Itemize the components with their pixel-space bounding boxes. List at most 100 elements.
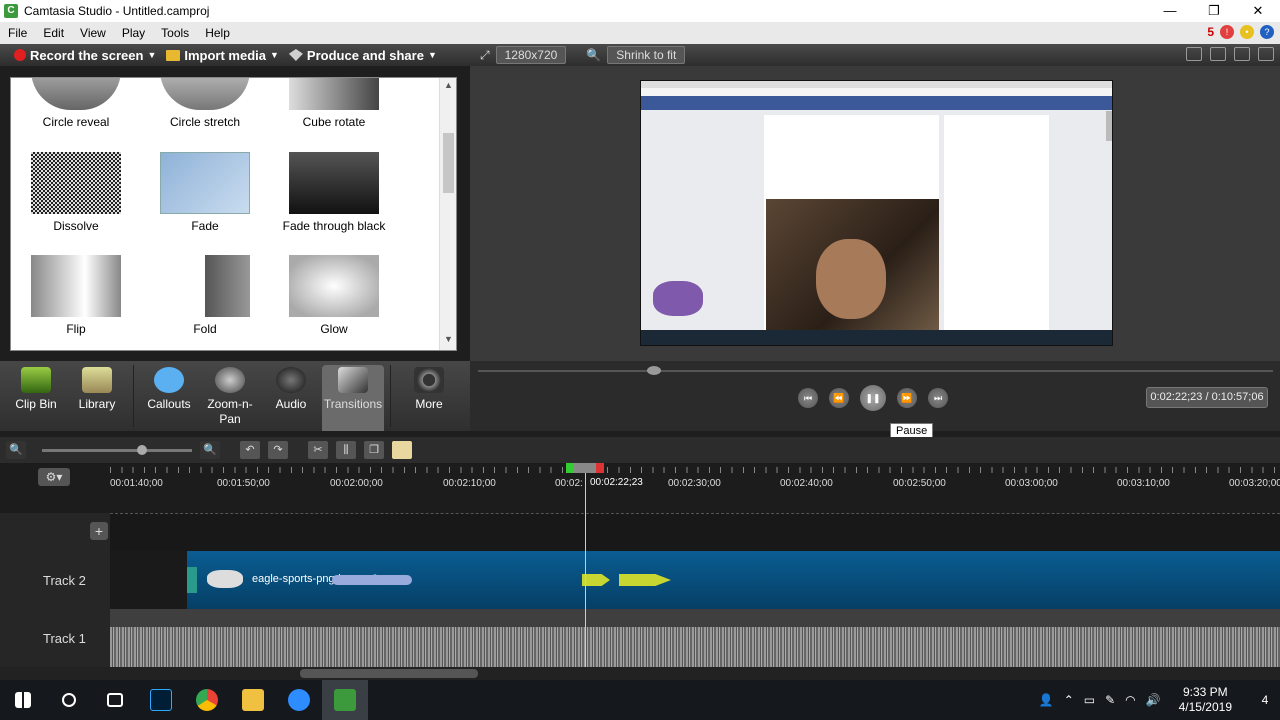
menu-view[interactable]: View — [72, 26, 114, 40]
seek-track[interactable] — [478, 370, 1273, 372]
scroll-down-icon[interactable]: ▼ — [440, 334, 457, 348]
video-content — [766, 199, 939, 330]
transition-dissolve[interactable]: Dissolve — [16, 152, 136, 233]
transitions-scrollbar[interactable]: ▲ ▼ — [439, 78, 456, 350]
skip-back-icon[interactable]: ⏮ — [798, 388, 818, 408]
menu-help[interactable]: Help — [197, 26, 238, 40]
transition-fade[interactable]: Fade — [145, 152, 265, 233]
transition-cube-rotate[interactable]: Cube rotate — [274, 78, 394, 129]
add-track-button[interactable]: + — [90, 522, 108, 540]
track-2-header[interactable]: Track 2 — [0, 551, 110, 609]
track-2[interactable]: eagle-sports-png-logos--0.png — [110, 551, 1280, 609]
clip-eagle-logo[interactable]: eagle-sports-png-logos--0.png — [187, 551, 1280, 609]
transition-flip[interactable]: Flip — [16, 255, 136, 336]
close-button[interactable]: ✕ — [1236, 0, 1280, 22]
minimize-button[interactable]: — — [1148, 0, 1192, 22]
fullscreen-icon[interactable] — [1234, 47, 1250, 61]
fast-forward-icon[interactable]: ⏩ — [897, 388, 917, 408]
crop-icon[interactable] — [1186, 47, 1202, 61]
zoom-app-icon[interactable] — [276, 680, 322, 720]
track-1[interactable] — [110, 609, 1280, 667]
animation-arrow[interactable] — [582, 574, 610, 586]
scroll-thumb[interactable] — [300, 669, 478, 678]
chevron-up-icon[interactable]: ⌃ — [1064, 693, 1074, 707]
help-icon[interactable]: ? — [1260, 25, 1274, 39]
task-toolbar: Record the screen ▼ Import media ▼ Produce… — [0, 44, 470, 66]
lightbulb-icon[interactable]: • — [1240, 25, 1254, 39]
task-view-icon[interactable] — [92, 680, 138, 720]
zoom-in-icon[interactable]: 🔍 — [200, 441, 220, 459]
transition-fold[interactable]: Fold — [145, 255, 265, 336]
timeline-ruler[interactable]: ⚙▾ 00:01:40;00 00:01:50;00 00:02:00;00 0… — [0, 463, 1280, 513]
zoom-dropdown[interactable]: 🔍 Shrink to fit — [576, 46, 695, 64]
animation-arrow[interactable] — [619, 574, 671, 586]
seek-handle[interactable] — [647, 366, 661, 375]
transition-thumbnail — [289, 78, 379, 110]
animation-marker[interactable] — [332, 575, 412, 585]
track-1-header[interactable]: Track 1 — [0, 609, 110, 667]
search-icon[interactable] — [46, 680, 92, 720]
produce-share-button[interactable]: Produce and share ▼ — [288, 48, 443, 63]
tab-audio[interactable]: Audio — [260, 365, 322, 411]
camtasia-taskbar-icon[interactable] — [322, 680, 368, 720]
tab-clip-bin[interactable]: Clip Bin — [5, 365, 67, 411]
transition-circle-stretch[interactable]: Circle stretch — [145, 78, 265, 129]
playhead-out-marker[interactable] — [596, 463, 604, 473]
scroll-up-icon[interactable]: ▲ — [440, 80, 457, 94]
clip-trim-handle[interactable] — [187, 567, 197, 593]
timeline-scrollbar[interactable] — [0, 667, 1280, 680]
detach-preview-icon[interactable] — [1258, 47, 1274, 61]
tab-more[interactable]: More — [398, 365, 460, 411]
canvas-size-button[interactable]: ⤢ 1280x720 — [470, 46, 576, 64]
copy-icon[interactable]: ❐ — [364, 441, 384, 459]
split-icon[interactable]: ⫼ — [336, 441, 356, 459]
camtasia-app-icon: C — [4, 4, 18, 18]
tab-zoom-n-pan[interactable]: Zoom-n- Pan — [199, 365, 261, 427]
clock[interactable]: 9:33 PM 4/15/2019 — [1171, 685, 1240, 715]
skip-forward-icon[interactable]: ⏭ — [928, 388, 948, 408]
transition-circle-reveal[interactable]: Circle reveal — [16, 78, 136, 129]
scroll-thumb[interactable] — [443, 133, 454, 193]
menu-play[interactable]: Play — [114, 26, 153, 40]
menu-tools[interactable]: Tools — [153, 26, 197, 40]
file-explorer-icon[interactable] — [230, 680, 276, 720]
people-icon[interactable]: 👤 — [1039, 693, 1054, 707]
timeline-zoom-slider[interactable] — [42, 444, 192, 455]
film-icon — [21, 367, 51, 393]
menu-edit[interactable]: Edit — [35, 26, 72, 40]
maximize-button[interactable]: ❐ — [1192, 0, 1236, 22]
tab-callouts[interactable]: Callouts — [138, 365, 200, 411]
zoom-out-icon[interactable]: 🔍 — [6, 441, 26, 459]
cut-icon[interactable]: ✂ — [308, 441, 328, 459]
pan-hand-icon[interactable] — [1210, 47, 1226, 61]
transition-fade-through-black[interactable]: Fade through black — [274, 152, 394, 233]
import-media-button[interactable]: Import media ▼ — [166, 48, 285, 63]
paste-icon[interactable] — [392, 441, 412, 459]
menu-bar: File Edit View Play Tools Help 5 ! • ? — [0, 22, 1280, 44]
photoshop-icon[interactable] — [138, 680, 184, 720]
pause-icon[interactable]: ❚❚ — [860, 385, 886, 411]
playhead-in-marker[interactable] — [566, 463, 574, 473]
alert-icon[interactable]: ! — [1220, 25, 1234, 39]
volume-icon[interactable]: 🔊 — [1146, 693, 1161, 707]
gear-icon[interactable]: ⚙▾ — [38, 468, 70, 486]
battery-icon[interactable]: ▭ — [1084, 693, 1095, 707]
notification-count[interactable]: 5 — [1207, 25, 1214, 39]
preview-canvas[interactable] — [470, 66, 1280, 361]
record-screen-button[interactable]: Record the screen ▼ — [14, 48, 162, 63]
windows-start-icon[interactable] — [0, 680, 46, 720]
undo-icon[interactable]: ↶ — [240, 441, 260, 459]
folder-icon — [166, 49, 181, 61]
chrome-icon[interactable] — [184, 680, 230, 720]
transition-glow[interactable]: Glow — [274, 255, 394, 336]
menu-file[interactable]: File — [0, 26, 35, 40]
rewind-icon[interactable]: ⏪ — [829, 388, 849, 408]
tab-library[interactable]: Library — [66, 365, 128, 411]
redo-icon[interactable]: ↷ — [268, 441, 288, 459]
preview-toolbar: ⤢ 1280x720 🔍 Shrink to fit — [470, 44, 1280, 66]
pen-icon[interactable]: ✎ — [1105, 693, 1115, 707]
tab-transitions[interactable]: Transitions — [322, 365, 384, 431]
notification-center-icon[interactable]: 4 — [1250, 693, 1280, 707]
empty-track-area[interactable] — [110, 513, 1280, 551]
wifi-icon[interactable]: ◠ — [1125, 693, 1135, 707]
